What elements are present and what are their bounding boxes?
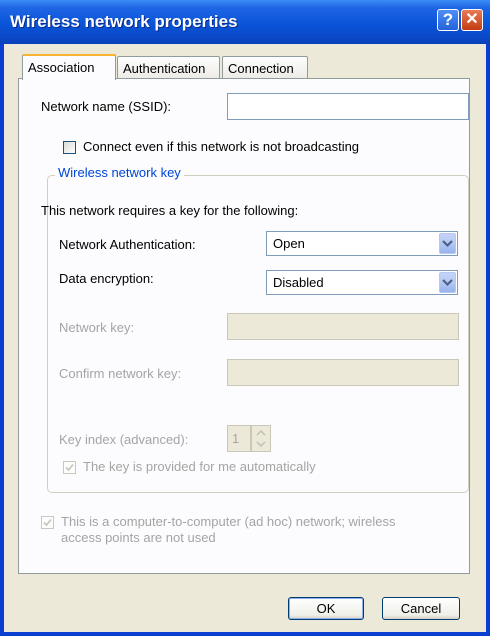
tab-association[interactable]: Association — [22, 54, 116, 80]
ssid-label: Network name (SSID): — [41, 99, 172, 114]
encryption-label: Data encryption: — [59, 271, 154, 286]
dialog-window: Wireless network properties ? ✕ Associat… — [0, 0, 490, 636]
adhoc-label-line1: This is a computer-to-computer (ad hoc) … — [61, 514, 396, 529]
ok-label: OK — [316, 601, 336, 616]
window-title: Wireless network properties — [10, 12, 238, 31]
network-key-input[interactable] — [227, 313, 459, 340]
encryption-value: Disabled — [273, 275, 324, 290]
tab-panel: Network name (SSID): Connect even if thi… — [18, 78, 470, 574]
encryption-select[interactable]: Disabled — [266, 270, 458, 295]
key-index-value: 1 — [232, 431, 240, 446]
connect-hidden-label: Connect even if this network is not broa… — [83, 139, 360, 154]
close-icon: ✕ — [465, 11, 479, 28]
auto-key-checkbox[interactable] — [63, 461, 76, 474]
adhoc-checkbox[interactable] — [41, 516, 54, 529]
chevron-down-icon[interactable] — [439, 272, 456, 293]
confirm-key-input[interactable] — [227, 359, 459, 386]
tab-authentication[interactable]: Authentication — [117, 56, 220, 78]
auto-key-label: The key is provided for me automatically — [83, 459, 316, 474]
confirm-key-label: Confirm network key: — [59, 366, 182, 381]
tab-authentication-label: Authentication — [123, 61, 206, 76]
close-button[interactable]: ✕ — [461, 9, 483, 31]
connect-hidden-checkbox[interactable] — [63, 141, 76, 154]
ok-button[interactable]: OK — [288, 597, 364, 620]
dialog-client-area: Association Authentication Connection Ne… — [4, 44, 486, 632]
question-icon: ? — [442, 10, 454, 29]
key-intro-text: This network requires a key for the foll… — [41, 203, 299, 218]
spinner-arrows-icon — [256, 429, 266, 448]
tab-connection[interactable]: Connection — [222, 56, 308, 78]
cancel-button[interactable]: Cancel — [382, 597, 460, 620]
checkmark-icon — [43, 518, 52, 527]
tab-connection-label: Connection — [228, 61, 294, 76]
help-button[interactable]: ? — [437, 9, 459, 31]
auth-label: Network Authentication: — [59, 237, 196, 252]
network-key-label: Network key: — [59, 320, 135, 335]
cancel-label: Cancel — [400, 601, 442, 616]
title-bar[interactable]: Wireless network properties ? ✕ — [0, 0, 490, 44]
auth-select[interactable]: Open — [266, 231, 458, 256]
wireless-key-group-title: Wireless network key — [55, 165, 184, 180]
chevron-down-icon[interactable] — [439, 233, 456, 254]
auth-value: Open — [273, 236, 305, 251]
key-index-spinner[interactable] — [251, 425, 271, 452]
key-index-input[interactable]: 1 — [227, 425, 251, 452]
tab-association-label: Association — [28, 60, 95, 75]
checkmark-icon — [65, 463, 74, 472]
ssid-input[interactable] — [227, 93, 469, 120]
key-index-label: Key index (advanced): — [59, 432, 189, 447]
adhoc-label-line2: access points are not used — [61, 530, 216, 545]
